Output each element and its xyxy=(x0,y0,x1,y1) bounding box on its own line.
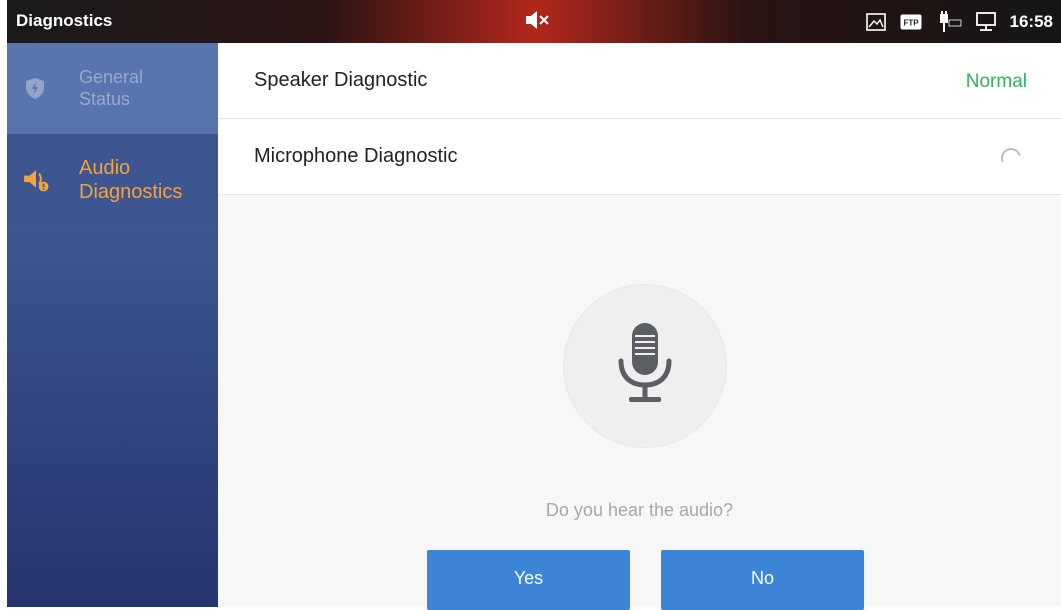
audio-test-panel: Do you hear the audio? Yes No xyxy=(218,195,1061,610)
main-content: Speaker Diagnostic Normal Microphone Dia… xyxy=(218,43,1061,610)
speaker-diagnostic-label: Speaker Diagnostic xyxy=(254,69,428,91)
sidebar-item-audio-diagnostics[interactable]: Audio Diagnostics xyxy=(7,134,218,226)
image-icon xyxy=(865,12,886,31)
microphone-diagnostic-label: Microphone Diagnostic xyxy=(254,145,458,167)
sidebar-item-label: Audio xyxy=(79,157,131,179)
sidebar: General Status Audio Diagnostics xyxy=(7,43,218,607)
mute-icon xyxy=(526,11,549,29)
speaker-diagnostic-row[interactable]: Speaker Diagnostic Normal xyxy=(218,43,1061,119)
microphone-diagnostic-row[interactable]: Microphone Diagnostic xyxy=(218,119,1061,195)
sidebar-item-label: Status xyxy=(79,89,131,109)
ftp-label: FTP xyxy=(903,18,919,27)
poe-icon xyxy=(939,10,961,32)
sidebar-item-label: General xyxy=(79,67,144,87)
no-button[interactable]: No xyxy=(661,550,864,610)
ftp-icon: FTP xyxy=(900,14,922,29)
shield-icon xyxy=(26,78,44,99)
app-title: Diagnostics xyxy=(16,11,113,30)
clock: 16:58 xyxy=(1009,11,1053,31)
microphone-icon xyxy=(618,323,672,402)
microphone-circle xyxy=(563,284,727,448)
sidebar-item-general-status[interactable]: General Status xyxy=(7,43,218,134)
loading-spinner-icon xyxy=(1001,148,1021,163)
status-bar: Diagnostics FTP 16:58 xyxy=(7,0,1061,43)
yes-button[interactable]: Yes xyxy=(427,550,630,610)
network-icon xyxy=(975,11,996,31)
speaker-icon xyxy=(24,170,49,192)
status-icons: FTP 16:58 xyxy=(865,0,1053,43)
speaker-status-badge: Normal xyxy=(965,71,1027,92)
sidebar-item-label: Diagnostics xyxy=(79,181,183,203)
audio-question: Do you hear the audio? xyxy=(545,500,734,520)
